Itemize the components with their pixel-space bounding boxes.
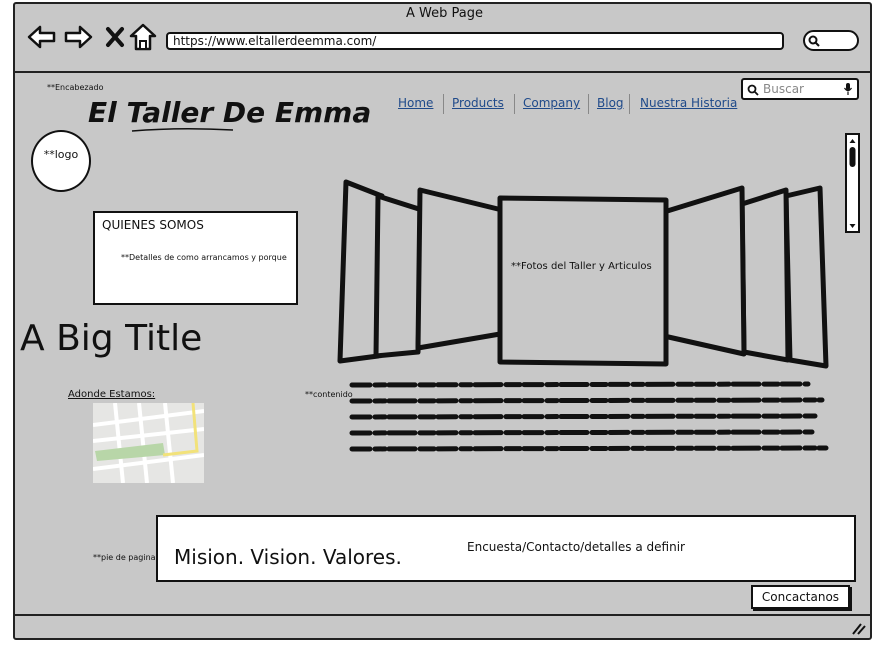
location-label[interactable]: Adonde Estamos:	[68, 389, 155, 400]
nav-home[interactable]: Home	[398, 96, 433, 110]
contact-button[interactable]: Concactanos	[751, 585, 850, 609]
footer-box: Mision. Vision. Valores. Encuesta/Contac…	[156, 515, 856, 582]
arrow-left-icon[interactable]	[27, 22, 57, 52]
microphone-icon[interactable]	[843, 82, 853, 96]
home-icon[interactable]	[128, 22, 158, 52]
footer-mission: Mision. Vision. Valores.	[174, 545, 402, 569]
nav-company[interactable]: Company	[523, 96, 580, 110]
scrollbar-arrows	[849, 139, 856, 228]
site-brand[interactable]: El Taller De Emma	[88, 96, 371, 129]
about-detail: **Detalles de como arrancamos y porque	[121, 253, 287, 262]
close-icon[interactable]	[101, 22, 131, 52]
footer-contact-text: Encuesta/Contacto/detalles a definir	[467, 540, 685, 554]
nav-nuestra-historia[interactable]: Nuestra Historia	[640, 96, 737, 110]
nav-products[interactable]: Products	[452, 96, 504, 110]
header-annotation: **Encabezado	[47, 83, 104, 92]
placeholder-text-block	[349, 381, 829, 452]
nav-blog[interactable]: Blog	[597, 96, 624, 110]
location-map[interactable]	[93, 403, 204, 483]
photo-carousel[interactable]	[334, 176, 830, 372]
about-title: QUIENES SOMOS	[102, 218, 204, 232]
url-bar[interactable]: https://www.eltallerdeemma.com/	[166, 32, 784, 50]
big-title: A Big Title	[20, 318, 203, 359]
about-box: QUIENES SOMOS **Detalles de como arranca…	[93, 211, 298, 305]
search-icon	[808, 35, 820, 47]
nav-separator	[514, 94, 515, 114]
nav-separator	[443, 94, 444, 114]
footer-annotation: **pie de pagina	[93, 553, 156, 562]
arrow-right-icon[interactable]	[63, 22, 93, 52]
toolbar-divider	[13, 71, 872, 73]
status-divider	[13, 614, 872, 616]
nav-separator	[588, 94, 589, 114]
resize-handle-icon[interactable]	[850, 622, 866, 636]
map-image	[93, 403, 204, 483]
brand-underline	[131, 127, 234, 132]
search-icon	[747, 84, 759, 96]
page-scrollbar[interactable]	[845, 133, 860, 233]
window-title: A Web Page	[406, 6, 483, 21]
logo-placeholder: **logo	[31, 130, 91, 192]
carousel-caption: **Fotos del Taller y Articulos	[511, 261, 652, 272]
nav-separator	[629, 94, 630, 114]
browser-search-box[interactable]	[803, 30, 859, 51]
